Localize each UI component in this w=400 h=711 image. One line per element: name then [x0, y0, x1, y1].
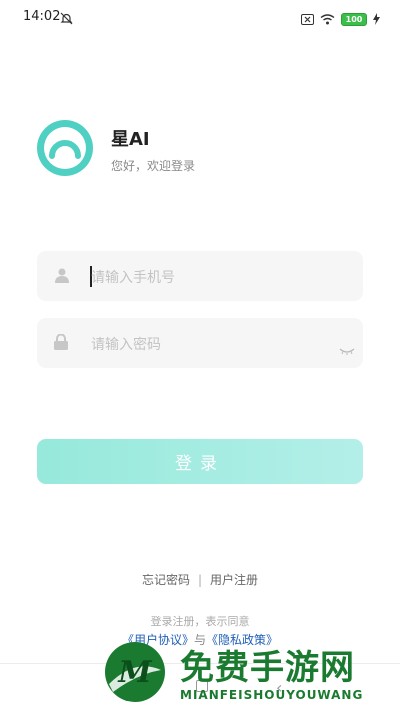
- watermark-logo: M: [103, 640, 167, 704]
- watermark-subtitle: MIANFEISHOUYOUWANG: [180, 688, 364, 702]
- status-time: 14:02: [23, 9, 61, 24]
- charging-icon: [373, 10, 380, 29]
- user-icon: [54, 267, 70, 287]
- login-button[interactable]: 登录: [37, 439, 363, 484]
- welcome-subtitle: 您好，欢迎登录: [111, 159, 196, 173]
- wifi-icon: [320, 10, 335, 29]
- app-logo: [37, 120, 93, 176]
- agreement-text: 登录注册，表示同意: [150, 615, 250, 628]
- sim-x-icon: [301, 10, 314, 29]
- status-icons: 100: [301, 10, 380, 29]
- lock-icon: [54, 333, 68, 354]
- bell-off-icon: [60, 10, 73, 29]
- watermark-title: 免费手游网: [180, 648, 355, 688]
- register-link[interactable]: 用户注册: [210, 573, 258, 587]
- password-field[interactable]: 请输入密码: [37, 318, 363, 368]
- phone-placeholder: 请输入手机号: [91, 270, 175, 286]
- phone-field[interactable]: 请输入手机号: [37, 251, 363, 301]
- link-separator: |: [197, 573, 203, 587]
- app-title: 星AI: [111, 129, 150, 150]
- auth-links: 忘记密码 | 用户注册: [0, 571, 400, 588]
- svg-text:M: M: [117, 655, 152, 690]
- password-placeholder: 请输入密码: [91, 337, 161, 353]
- eye-closed-icon[interactable]: [339, 340, 355, 359]
- battery-icon: 100: [341, 13, 367, 26]
- forgot-password-link[interactable]: 忘记密码: [142, 573, 190, 587]
- status-bar: 14:02 100: [0, 0, 400, 34]
